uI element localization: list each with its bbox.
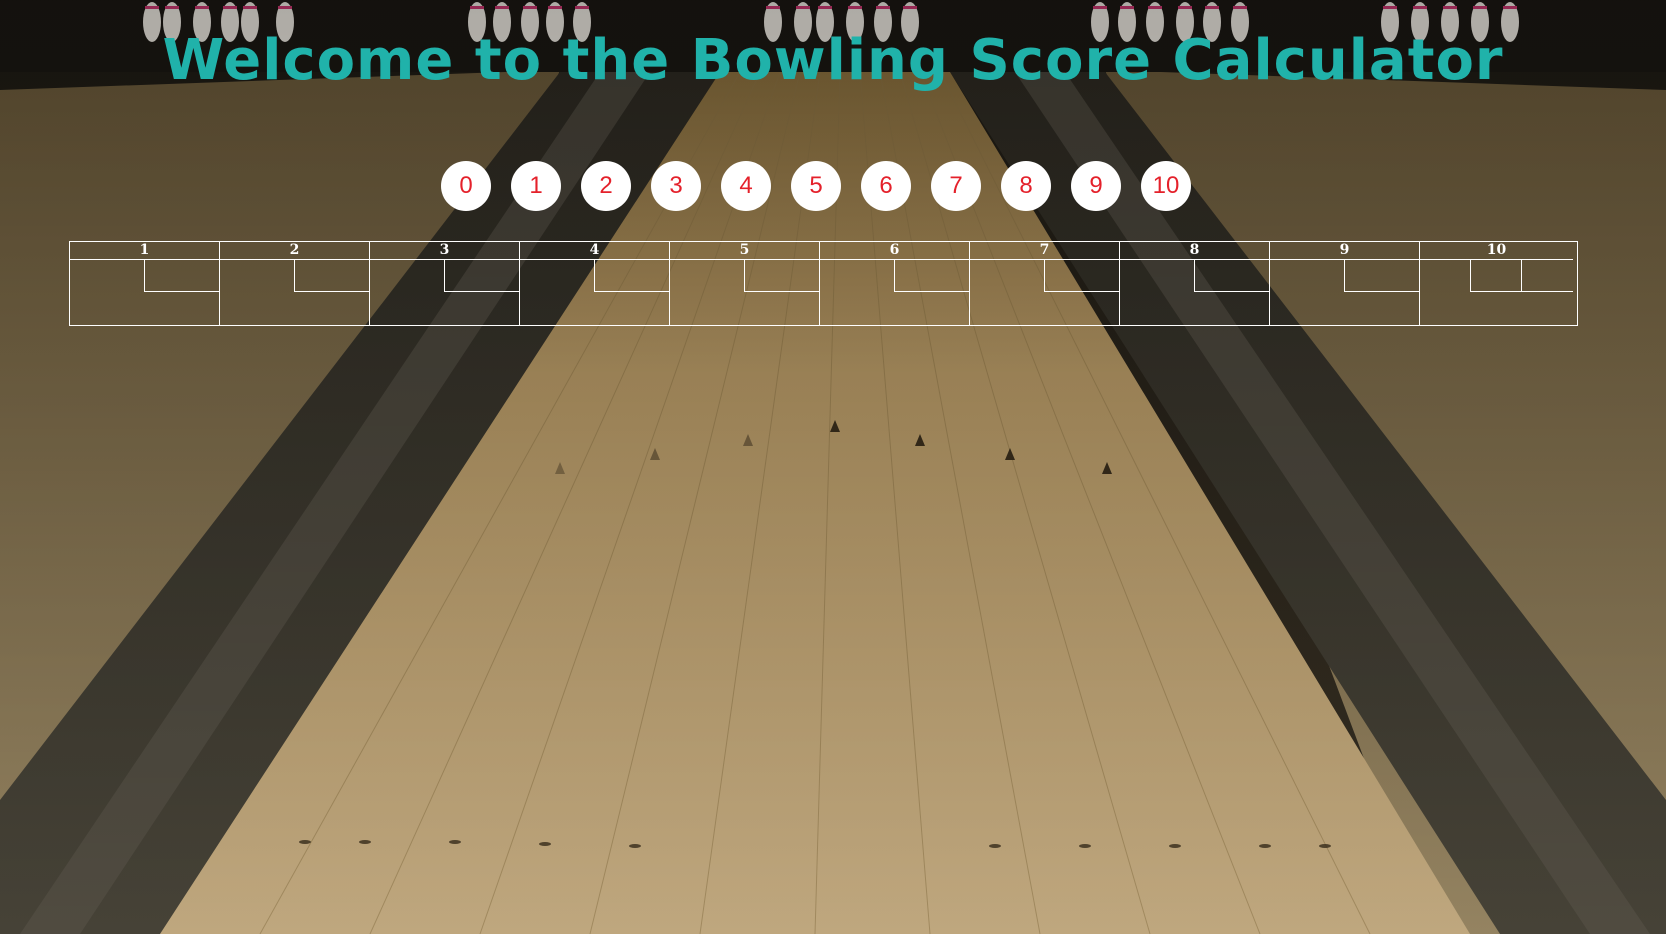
frame-number: 6 <box>820 242 969 260</box>
frame-1: 1 <box>70 242 220 325</box>
pin-button-8[interactable]: 8 <box>1001 161 1051 211</box>
roll-box <box>444 260 519 292</box>
frame-4: 4 <box>520 242 670 325</box>
frame-2: 2 <box>220 242 370 325</box>
pin-button-0[interactable]: 0 <box>441 161 491 211</box>
frame-number: 3 <box>370 242 519 260</box>
frame-total <box>1420 293 1573 325</box>
pin-button-5[interactable]: 5 <box>791 161 841 211</box>
frame-number: 9 <box>1270 242 1419 260</box>
frame-9: 9 <box>1270 242 1420 325</box>
frame-total <box>820 293 969 325</box>
roll-box <box>594 260 669 292</box>
frame-total <box>970 293 1119 325</box>
frame-5: 5 <box>670 242 820 325</box>
pin-button-7[interactable]: 7 <box>931 161 981 211</box>
pin-button-2[interactable]: 2 <box>581 161 631 211</box>
frame-number: 2 <box>220 242 369 260</box>
frame-number: 1 <box>70 242 219 260</box>
frame-7: 7 <box>970 242 1120 325</box>
pin-button-3[interactable]: 3 <box>651 161 701 211</box>
frame-number: 10 <box>1420 242 1573 260</box>
frame-10: 10 <box>1420 242 1573 325</box>
frame-3: 3 <box>370 242 520 325</box>
roll-box <box>1470 260 1521 292</box>
roll-box <box>1194 260 1269 292</box>
pin-button-9[interactable]: 9 <box>1071 161 1121 211</box>
scoreboard: 1 2 3 4 5 6 7 8 9 10 <box>69 241 1578 326</box>
roll-box <box>1044 260 1119 292</box>
bowling-alley-background <box>0 0 1666 934</box>
frame-total <box>520 293 669 325</box>
pin-button-10[interactable]: 10 <box>1141 161 1191 211</box>
page-title: Welcome to the Bowling Score Calculator <box>162 28 1504 93</box>
roll-box <box>1344 260 1419 292</box>
roll-box <box>1521 260 1573 292</box>
frame-8: 8 <box>1120 242 1270 325</box>
frame-total <box>70 293 219 325</box>
frame-total <box>1270 293 1419 325</box>
frame-total <box>220 293 369 325</box>
pin-button-1[interactable]: 1 <box>511 161 561 211</box>
roll-box <box>294 260 369 292</box>
frame-number: 8 <box>1120 242 1269 260</box>
frame-total <box>370 293 519 325</box>
roll-box <box>894 260 969 292</box>
pin-button-6[interactable]: 6 <box>861 161 911 211</box>
pin-button-row: 0 1 2 3 4 5 6 7 8 9 10 <box>441 161 1191 211</box>
frame-number: 7 <box>970 242 1119 260</box>
frame-number: 4 <box>520 242 669 260</box>
pin-button-4[interactable]: 4 <box>721 161 771 211</box>
frame-total <box>670 293 819 325</box>
frame-6: 6 <box>820 242 970 325</box>
frame-number: 5 <box>670 242 819 260</box>
frame-total <box>1120 293 1269 325</box>
roll-box <box>744 260 819 292</box>
roll-box <box>144 260 219 292</box>
